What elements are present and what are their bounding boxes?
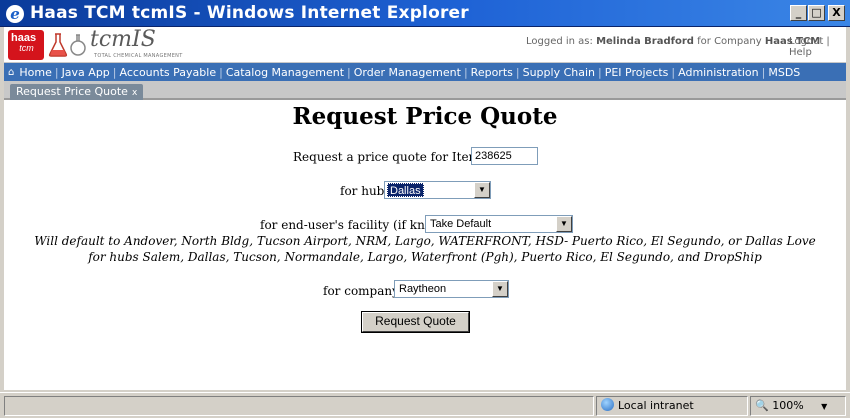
chevron-down-icon[interactable]: ▼ <box>474 182 490 198</box>
nav-accounts-payable[interactable]: Accounts Payable <box>117 66 220 79</box>
nav-msds[interactable]: MSDS <box>765 66 803 79</box>
hub-value: Dallas <box>387 183 424 197</box>
nav-reports[interactable]: Reports <box>468 66 516 79</box>
home-icon: ⌂ <box>8 66 15 78</box>
nav-supply-chain[interactable]: Supply Chain <box>520 66 598 79</box>
nav-pei-projects[interactable]: PEI Projects <box>602 66 672 79</box>
chevron-down-icon[interactable]: ▼ <box>556 216 572 232</box>
flask-icon <box>48 33 68 57</box>
main-content: Request Price Quote Request a price quot… <box>4 100 846 390</box>
close-button[interactable]: X <box>828 5 845 21</box>
window-title: Haas TCM tcmIS - Windows Internet Explor… <box>30 3 469 23</box>
hub-label: for hub <box>340 184 385 198</box>
product-name: tcmIS <box>90 27 156 52</box>
haas-logo: haas tcm <box>8 30 44 60</box>
item-id-label: Request a price quote for Item ID <box>293 150 499 164</box>
nav-home[interactable]: Home <box>16 66 54 79</box>
tab-close-icon[interactable]: x <box>132 88 137 98</box>
facility-select[interactable]: Take Default ▼ <box>425 215 573 233</box>
status-message <box>4 396 594 416</box>
item-id-input[interactable]: 238625 <box>471 147 538 165</box>
help-link[interactable]: Help <box>789 47 812 58</box>
request-quote-button[interactable]: Request Quote <box>362 312 469 332</box>
page-title: Request Price Quote <box>292 103 558 130</box>
company-label: for company <box>323 284 399 298</box>
default-note-line-2: for hubs Salem, Dallas, Tucson, Normanda… <box>88 250 762 264</box>
globe-icon <box>601 398 614 411</box>
nav-administration[interactable]: Administration <box>675 66 762 79</box>
zoom-level: 100% <box>772 399 804 412</box>
account-links: Logout | Help <box>789 36 830 58</box>
user-name: Melinda Bradford <box>596 36 694 47</box>
facility-value: Take Default <box>430 218 492 230</box>
tab-label: Request Price Quote <box>16 85 128 98</box>
app-header: haas tcm tcmIS TOTAL CHEMICAL MANAGEMENT… <box>4 27 846 63</box>
beaker-icon <box>70 34 86 56</box>
internet-explorer-icon: e <box>6 5 24 23</box>
status-bar: Local intranet 🔍 100% ▼ <box>0 392 850 418</box>
nav-catalog-management[interactable]: Catalog Management <box>223 66 347 79</box>
minimize-button[interactable]: _ <box>790 5 807 21</box>
maximize-button[interactable]: □ <box>808 5 825 21</box>
default-note-line-1: Will default to Andover, North Bldg, Tuc… <box>34 234 816 248</box>
main-nav: ⌂ Home | Java App | Accounts Payable | Cata… <box>4 63 846 81</box>
zoom-icon: 🔍 <box>755 399 769 412</box>
company-value: Raytheon <box>399 283 447 295</box>
logout-link[interactable]: Logout <box>789 36 823 47</box>
nav-order-management[interactable]: Order Management <box>351 66 464 79</box>
tab-strip: Request Price Quote x <box>4 81 846 100</box>
company-prefix: for Company <box>697 36 762 47</box>
chevron-down-icon[interactable]: ▼ <box>821 402 827 411</box>
login-info: Logged in as: Melinda Bradford for Compa… <box>526 36 820 47</box>
chevron-down-icon[interactable]: ▼ <box>492 281 508 297</box>
company-select[interactable]: Raytheon ▼ <box>394 280 509 298</box>
logged-in-prefix: Logged in as: <box>526 36 593 47</box>
security-zone[interactable]: Local intranet <box>596 396 748 416</box>
tagline: TOTAL CHEMICAL MANAGEMENT <box>94 53 183 59</box>
hub-select[interactable]: Dallas ▼ <box>384 181 491 199</box>
tcmis-logo: tcmIS <box>90 27 156 52</box>
logo-sub-text: tcm <box>19 43 34 53</box>
tab-request-price-quote[interactable]: Request Price Quote x <box>10 84 144 100</box>
zone-text: Local intranet <box>618 399 694 412</box>
nav-java-app[interactable]: Java App <box>59 66 113 79</box>
zoom-control[interactable]: 🔍 100% ▼ <box>750 396 846 416</box>
window-title-bar[interactable]: e Haas TCM tcmIS - Windows Internet Expl… <box>0 0 850 27</box>
